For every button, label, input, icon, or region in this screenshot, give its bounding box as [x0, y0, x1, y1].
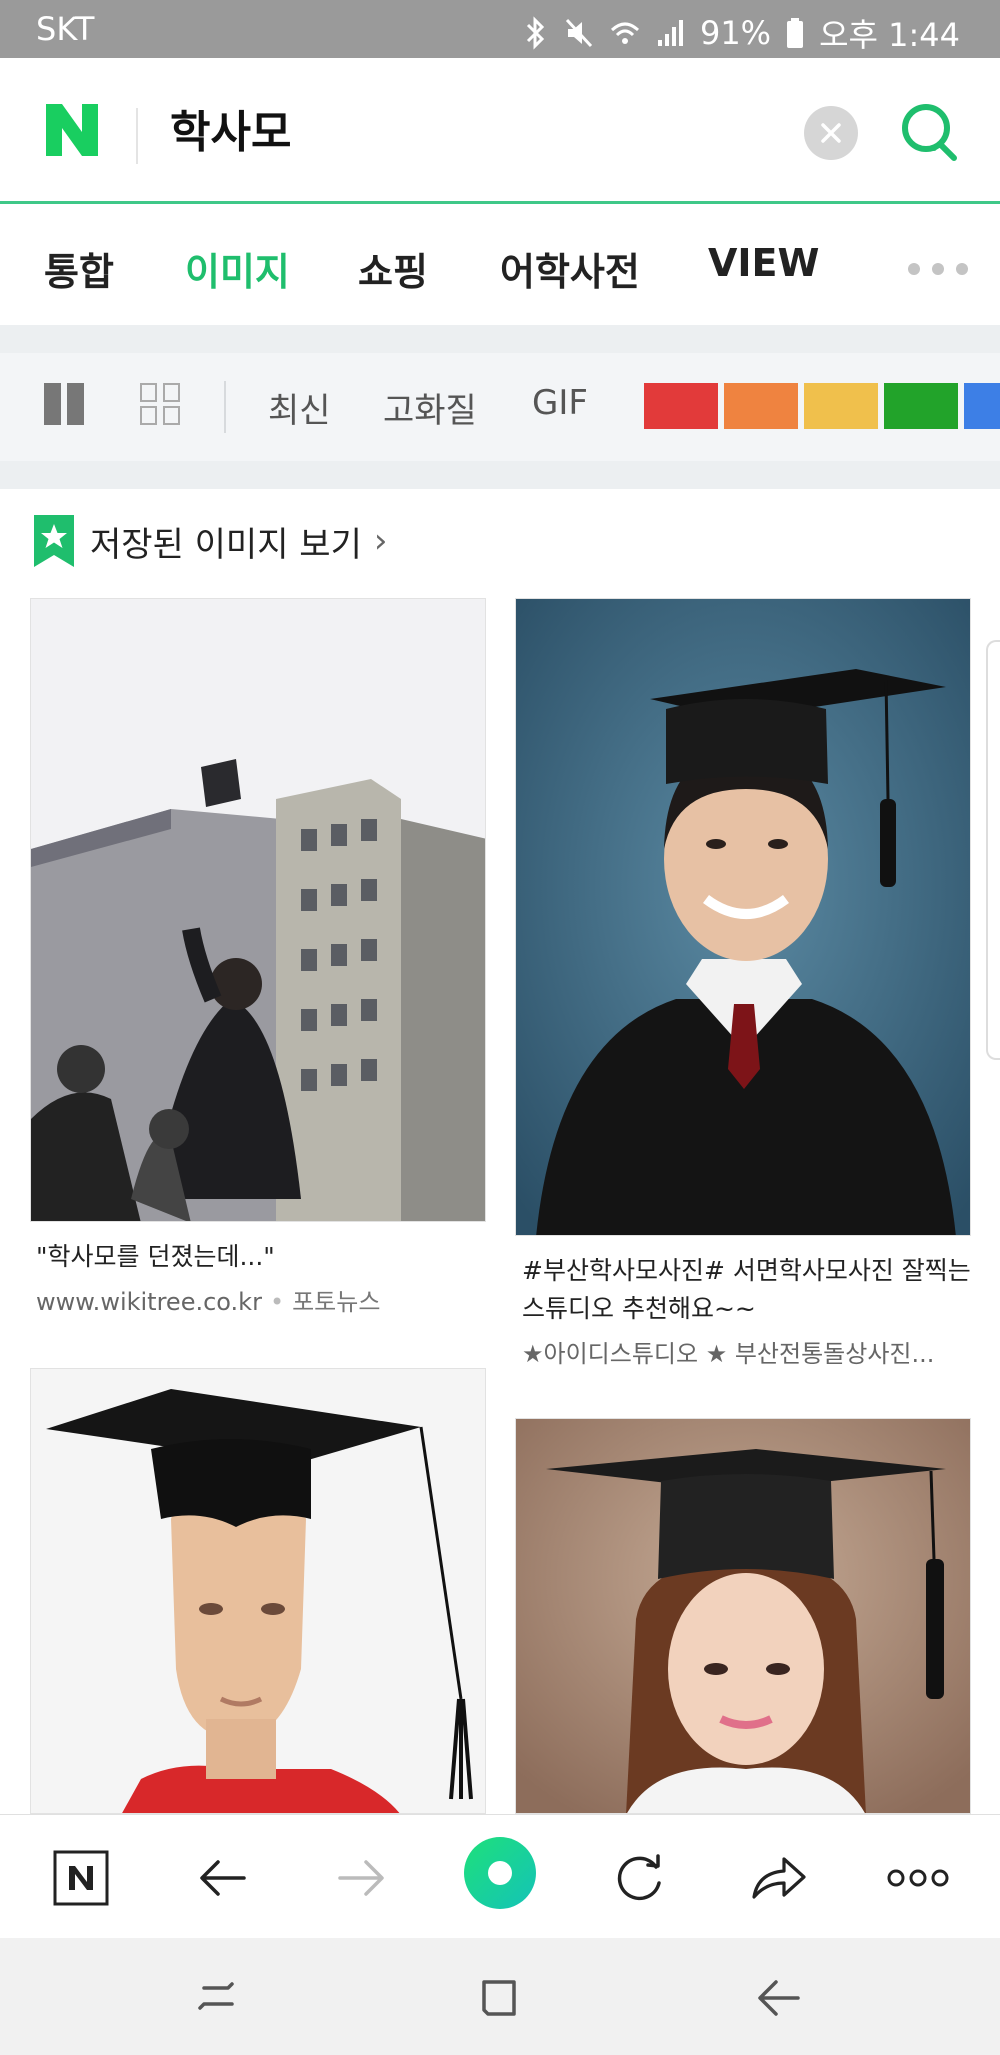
result-image-2[interactable]	[515, 598, 971, 1236]
more-dot	[956, 263, 968, 275]
result-image-3[interactable]	[30, 1368, 486, 1814]
mannequin-cap-photo	[31, 1369, 485, 1813]
result-source-url: www.wikitree.co.kr	[36, 1288, 262, 1316]
search-query-input[interactable]: 학사모	[170, 96, 291, 160]
category-tabs: 통합 이미지 쇼핑 어학사전 VIEW	[0, 207, 1000, 325]
image-filter-bar: 최신 고화질 GIF	[0, 353, 1000, 461]
naver-logo[interactable]	[42, 100, 102, 160]
search-header: 학사모	[0, 58, 1000, 204]
forward-button[interactable]	[326, 1843, 396, 1913]
mute-icon	[565, 18, 593, 48]
color-filter-red[interactable]	[644, 383, 718, 429]
clear-search-button[interactable]	[804, 106, 858, 160]
color-filter-orange[interactable]	[724, 383, 798, 429]
system-back-icon[interactable]	[754, 1974, 804, 2022]
grid-view-icon[interactable]	[140, 383, 180, 425]
more-menu-button[interactable]	[882, 1843, 954, 1913]
female-graduate-portrait-photo	[516, 1419, 970, 1813]
section-gap	[0, 325, 1000, 353]
signal-icon	[657, 20, 683, 46]
tab-shopping[interactable]: 쇼핑	[358, 241, 428, 296]
more-icon	[887, 1869, 949, 1887]
color-filter-yellow[interactable]	[804, 383, 878, 429]
n-home-icon	[53, 1850, 109, 1906]
result-title-2[interactable]: #부산학사모사진# 서면학사모사진 잘찍는스튜디오 추천해요~~	[522, 1252, 972, 1328]
tab-images[interactable]: 이미지	[185, 241, 290, 296]
share-icon	[752, 1857, 806, 1899]
clear-icon	[821, 123, 841, 143]
back-button[interactable]	[188, 1843, 258, 1913]
home-square-icon[interactable]	[474, 1974, 524, 2022]
tab-dictionary[interactable]: 어학사전	[500, 241, 640, 296]
color-filter-blue[interactable]	[964, 383, 1000, 429]
green-dot-icon	[464, 1837, 536, 1909]
section-gap	[0, 461, 1000, 489]
home-n-button[interactable]	[46, 1843, 116, 1913]
more-dot	[932, 263, 944, 275]
clock: 오후 1:44	[819, 16, 960, 54]
result-source-1[interactable]: www.wikitree.co.kr • 포토뉴스	[36, 1282, 380, 1317]
system-navigation-bar	[0, 1938, 1000, 2055]
search-icon[interactable]	[898, 100, 962, 164]
tab-integrated[interactable]: 통합	[44, 241, 114, 296]
reload-button[interactable]	[604, 1843, 674, 1913]
side-scroll-handle[interactable]	[986, 640, 1000, 1060]
more-dot	[908, 263, 920, 275]
color-filter-green[interactable]	[884, 383, 958, 429]
bluetooth-icon	[526, 16, 545, 50]
single-column-view-icon[interactable]	[44, 383, 84, 425]
reload-icon	[617, 1854, 661, 1901]
saved-images-link[interactable]: 저장된 이미지 보기 ›	[34, 514, 387, 568]
carrier-label: SKT	[36, 10, 95, 48]
result-press-label: 포토뉴스	[292, 1288, 381, 1316]
status-icons: 91% 오후 1:44	[520, 10, 960, 56]
green-dot-button[interactable]	[464, 1837, 536, 1909]
status-bar: SKT 91% 오후 1:44	[0, 0, 1000, 58]
battery-icon	[787, 18, 804, 48]
filter-high-resolution[interactable]: 고화질	[383, 383, 477, 432]
result-image-1[interactable]	[30, 598, 486, 1222]
wifi-icon	[610, 22, 639, 44]
saved-images-label: 저장된 이미지 보기	[90, 524, 362, 565]
bookmark-star-icon	[34, 515, 74, 567]
recent-apps-icon[interactable]	[194, 1974, 244, 2022]
battery-percent: 91%	[699, 14, 772, 52]
filter-divider	[224, 381, 226, 433]
tabs-more-button[interactable]	[908, 263, 968, 275]
filter-latest[interactable]: 최신	[268, 383, 331, 432]
result-title-1[interactable]: "학사모를 던졌는데..."	[36, 1238, 476, 1276]
result-image-4[interactable]	[515, 1418, 971, 1814]
header-divider	[136, 108, 138, 164]
share-button[interactable]	[744, 1843, 814, 1913]
separator-dot: •	[269, 1288, 285, 1316]
graduation-cap-toss-photo	[31, 599, 485, 1221]
tab-view[interactable]: VIEW	[708, 241, 819, 285]
forward-arrow-icon	[338, 1860, 384, 1896]
graduate-portrait-photo	[516, 599, 970, 1235]
filter-gif[interactable]: GIF	[532, 383, 588, 423]
back-arrow-icon	[200, 1860, 246, 1896]
browser-toolbar	[0, 1814, 1000, 1938]
result-source-2[interactable]: ★아이디스튜디오 ★ 부산전통돌상사진...	[522, 1334, 972, 1369]
chevron-right-icon: ›	[373, 521, 388, 561]
